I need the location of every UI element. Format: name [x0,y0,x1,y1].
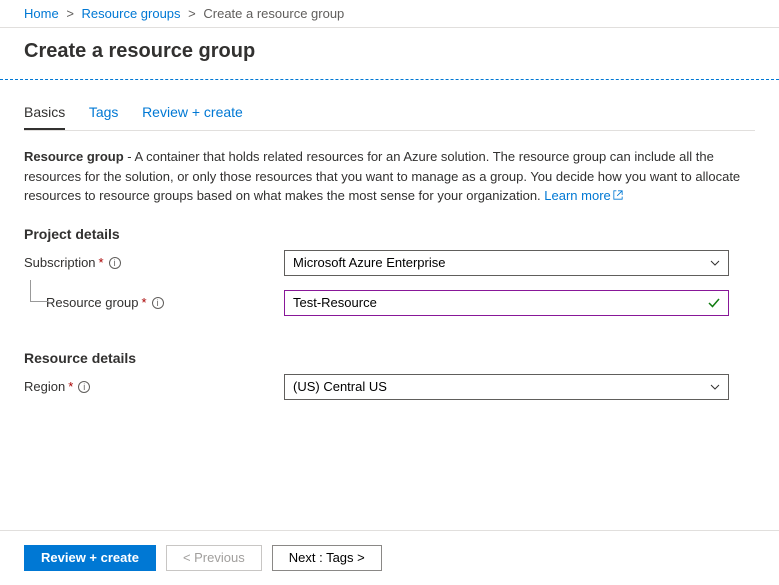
section-header-resource: Resource details [24,350,755,366]
breadcrumb-resource-groups[interactable]: Resource groups [82,6,181,21]
subscription-select[interactable]: Microsoft Azure Enterprise [284,250,729,276]
description-lead: Resource group [24,149,124,164]
breadcrumb-current: Create a resource group [203,6,344,21]
required-asterisk: * [68,379,73,394]
tab-review-create[interactable]: Review + create [142,96,243,128]
breadcrumb-sep: > [66,6,74,21]
breadcrumb: Home > Resource groups > Create a resour… [0,0,779,28]
tree-connector [30,280,48,302]
info-icon[interactable]: i [152,297,164,309]
region-label: Region [24,379,65,394]
footer-actions: Review + create < Previous Next : Tags > [0,530,779,585]
learn-more-link[interactable]: Learn more [544,188,622,203]
subscription-label: Subscription [24,255,96,270]
breadcrumb-home[interactable]: Home [24,6,59,21]
info-icon[interactable]: i [109,257,121,269]
description-body: - A container that holds related resourc… [24,149,740,203]
section-header-project: Project details [24,226,755,242]
review-create-button[interactable]: Review + create [24,545,156,571]
next-button[interactable]: Next : Tags > [272,545,382,571]
resource-group-input[interactable] [284,290,729,316]
required-asterisk: * [99,255,104,270]
previous-button: < Previous [166,545,262,571]
required-asterisk: * [142,295,147,310]
tab-tags[interactable]: Tags [89,96,119,128]
external-link-icon [613,190,623,200]
tab-basics[interactable]: Basics [24,96,65,130]
info-icon[interactable]: i [78,381,90,393]
tabs: Basics Tags Review + create [24,96,755,131]
description-text: Resource group - A container that holds … [24,147,755,206]
region-select[interactable]: (US) Central US [284,374,729,400]
resource-group-label: Resource group [46,295,139,310]
breadcrumb-sep: > [188,6,196,21]
page-title: Create a resource group [0,28,779,79]
